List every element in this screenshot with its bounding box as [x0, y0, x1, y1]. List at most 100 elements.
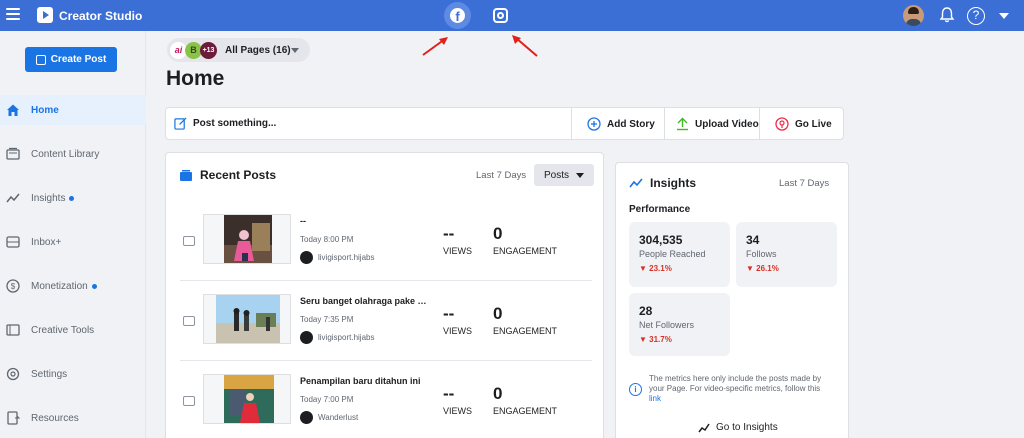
metric-people-reached[interactable]: 304,535 People Reached ▼ 23.1% — [629, 222, 730, 287]
image-icon — [183, 396, 195, 406]
sidebar-item-inbox[interactable]: Inbox+ — [0, 227, 146, 257]
post-views-value: -- — [443, 384, 455, 403]
post-row[interactable]: Seru banget olahraga pake hijab Today 7:… — [180, 286, 592, 361]
metric-change-value: 31.7% — [649, 335, 672, 344]
sidebar-item-label: Content Library — [31, 148, 100, 160]
engagement-label: ENGAGEMENT — [493, 406, 558, 416]
pages-selector-label: All Pages (16) — [225, 45, 291, 56]
account-avatar — [300, 331, 313, 344]
add-story-button[interactable]: Add Story — [587, 117, 655, 131]
annotation-arrow-left — [422, 37, 448, 56]
down-arrow-icon: ▼ — [639, 264, 647, 273]
pages-selector[interactable]: ai B +13 All Pages (16) — [167, 38, 310, 62]
page-avatar-count: +13 — [200, 42, 217, 59]
post-thumbnail[interactable] — [203, 214, 291, 264]
app-title: Creator Studio — [59, 9, 143, 23]
facebook-tab[interactable]: f — [442, 0, 472, 31]
posts-filter-label: Posts — [543, 169, 569, 181]
sidebar-item-label: Inbox+ — [31, 236, 62, 248]
account-menu-caret-icon[interactable] — [999, 13, 1009, 19]
menu-icon[interactable] — [6, 8, 20, 20]
user-avatar[interactable] — [903, 5, 924, 26]
sidebar-item-resources[interactable]: Resources — [0, 403, 146, 433]
insights-note-text: The metrics here only include the posts … — [649, 374, 822, 393]
sidebar-item-settings[interactable]: Settings — [0, 359, 146, 389]
creator-studio-logo-icon — [37, 7, 53, 23]
go-live-label: Go Live — [795, 118, 832, 130]
insights-title: Insights — [629, 176, 696, 190]
recent-posts-title: Recent Posts — [179, 168, 276, 182]
chevron-down-icon — [291, 48, 299, 53]
divider — [664, 108, 665, 139]
metric-net-followers[interactable]: 28 Net Followers ▼ 31.7% — [629, 293, 730, 356]
posts-filter-dropdown[interactable]: Posts — [534, 164, 594, 186]
notification-dot — [69, 195, 75, 201]
go-live-button[interactable]: Go Live — [775, 117, 832, 131]
page-title: Home — [166, 67, 225, 90]
post-something-input[interactable]: Post something... — [174, 117, 276, 130]
sidebar-item-label: Monetization — [31, 280, 88, 292]
dollar-icon: $ — [5, 279, 20, 294]
add-story-label: Add Story — [607, 118, 655, 130]
post-time: Today 7:35 PM — [300, 315, 354, 324]
sidebar-item-label: Insights — [31, 192, 66, 204]
insights-note: The metrics here only include the posts … — [649, 374, 833, 404]
post-thumbnail[interactable] — [203, 294, 291, 344]
library-icon — [5, 147, 20, 162]
upload-video-button[interactable]: Upload Video — [676, 117, 759, 131]
post-thumbnail-image — [224, 215, 272, 263]
post-composer-bar: Post something... Add Story Upload Video… — [165, 107, 844, 140]
go-to-insights-button[interactable]: Go to Insights — [698, 422, 778, 433]
views-label: VIEWS — [443, 406, 473, 416]
metric-value: 34 — [746, 233, 760, 247]
bell-icon[interactable] — [938, 6, 956, 24]
post-title[interactable]: -- — [300, 216, 428, 226]
post-account: livigisport.hijabs — [300, 251, 374, 264]
sidebar-item-label: Resources — [31, 412, 79, 424]
post-thumbnail-image — [216, 295, 280, 343]
resources-icon — [5, 411, 20, 426]
metric-value: 304,535 — [639, 233, 683, 247]
image-icon — [183, 236, 195, 246]
upload-video-label: Upload Video — [695, 118, 759, 130]
views-label: VIEWS — [443, 246, 473, 256]
insights-range: Last 7 Days — [779, 178, 830, 189]
recent-posts-range: Last 7 Days — [476, 170, 527, 181]
instagram-icon[interactable] — [493, 8, 508, 23]
down-arrow-icon: ▼ — [746, 264, 754, 273]
create-post-button[interactable]: Create Post — [25, 47, 117, 72]
sidebar-item-creative-tools[interactable]: Creative Tools — [0, 315, 146, 345]
sidebar-item-content-library[interactable]: Content Library — [0, 139, 146, 169]
post-row[interactable]: -- Today 8:00 PM livigisport.hijabs -- V… — [180, 206, 592, 281]
metric-label: Net Followers — [639, 320, 695, 330]
top-bar: Creator Studio f ? — [0, 0, 1024, 31]
sidebar: Create Post Home Content Library Insight… — [0, 31, 146, 438]
post-views-value: -- — [443, 224, 455, 243]
post-account-name: Wanderlust — [318, 413, 359, 422]
sidebar-item-monetization[interactable]: $ Monetization — [0, 271, 146, 301]
post-row[interactable]: Penampilan baru ditahun ini Today 7:00 P… — [180, 366, 592, 438]
sidebar-item-home[interactable]: Home — [0, 95, 146, 125]
home-icon — [5, 103, 20, 118]
insights-icon — [629, 178, 643, 188]
metric-follows[interactable]: 34 Follows ▼ 26.1% — [736, 222, 837, 287]
image-icon — [183, 316, 195, 326]
post-title[interactable]: Seru banget olahraga pake hijab — [300, 296, 428, 306]
recent-posts-title-text: Recent Posts — [200, 168, 277, 182]
post-title[interactable]: Penampilan baru ditahun ini — [300, 376, 428, 386]
account-avatar — [300, 251, 313, 264]
go-to-insights-label: Go to Insights — [716, 422, 778, 433]
inbox-icon — [5, 235, 20, 250]
sidebar-item-insights[interactable]: Insights — [0, 183, 146, 213]
metric-change: ▼ 23.1% — [639, 264, 672, 273]
info-icon: i — [629, 383, 642, 396]
chevron-down-icon — [576, 172, 584, 178]
post-thumbnail[interactable] — [203, 374, 291, 424]
insights-title-text: Insights — [650, 176, 697, 190]
edit-icon — [174, 117, 187, 130]
help-icon[interactable]: ? — [967, 7, 985, 25]
insights-note-link[interactable]: link — [649, 394, 661, 403]
metric-value: 28 — [639, 304, 653, 318]
views-label: VIEWS — [443, 326, 473, 336]
recent-posts-card: Recent Posts Last 7 Days Posts -- Today … — [165, 152, 604, 438]
